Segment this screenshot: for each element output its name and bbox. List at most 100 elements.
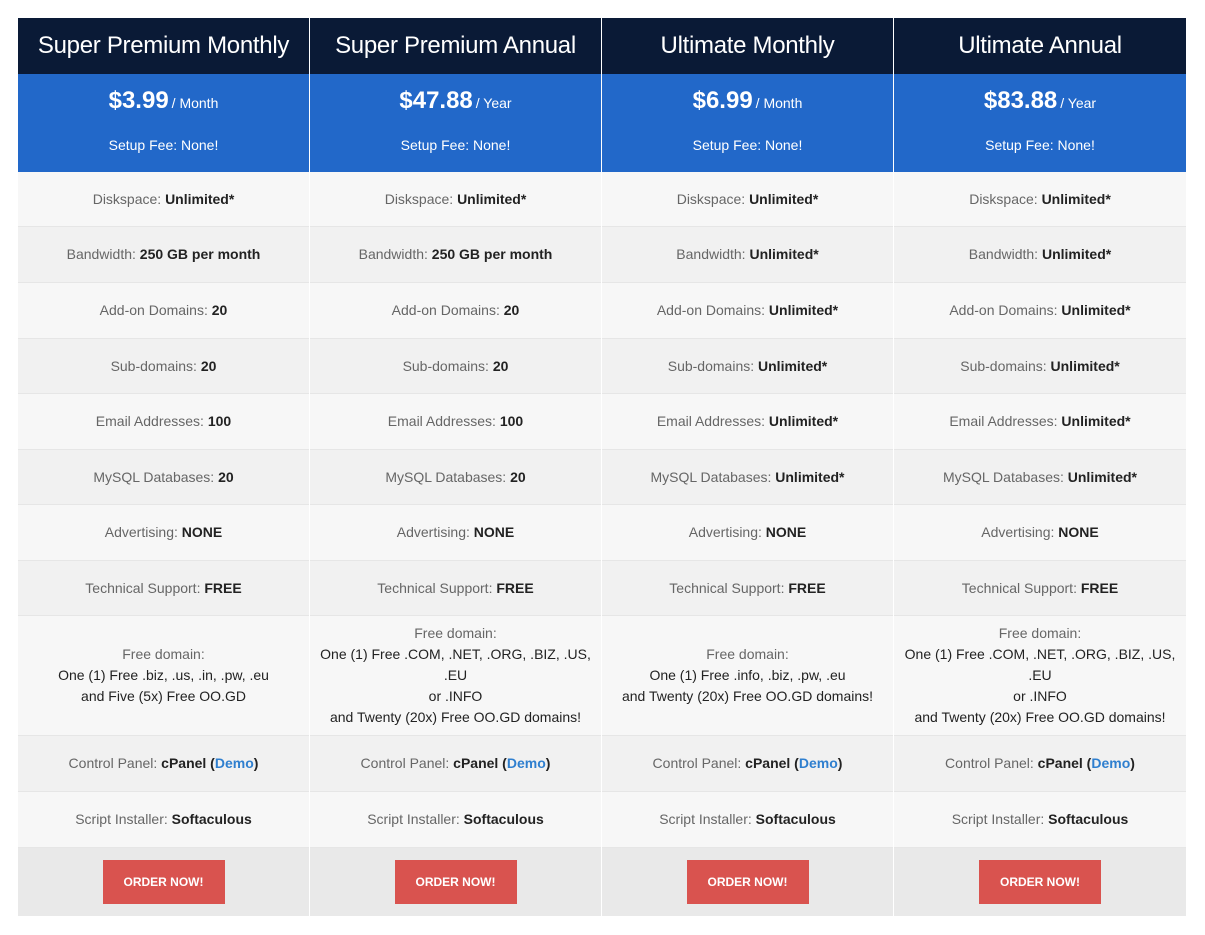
plan-price-block: $6.99/ Month Setup Fee: None! — [602, 74, 893, 172]
feature-value: Unlimited* — [749, 190, 819, 207]
free-domain-line: or .INFO — [428, 688, 483, 704]
feature-mysql-databases: MySQL Databases: Unlimited* — [894, 450, 1186, 505]
feature-label: Bandwidth: — [66, 246, 136, 262]
feature-label: Free domain: — [122, 646, 205, 662]
feature-label: Script Installer: — [951, 811, 1045, 827]
paren-close: ) — [837, 755, 843, 771]
demo-link[interactable]: Demo — [215, 755, 254, 771]
feature-value: Unlimited* — [775, 468, 845, 485]
pricing-table: Super Premium Monthly $3.99/ Month Setup… — [18, 18, 1186, 916]
free-domain-line: and Twenty (20x) Free OO.GD domains! — [621, 688, 874, 704]
feature-label: Bandwidth: — [676, 246, 746, 262]
feature-control-panel: Control Panel: cPanel (Demo) — [602, 736, 893, 792]
feature-label: Free domain: — [998, 625, 1082, 641]
order-now-button[interactable]: ORDER NOW! — [394, 860, 517, 904]
feature-mysql-databases: MySQL Databases: 20 — [18, 450, 309, 505]
feature-label: Free domain: — [706, 646, 789, 662]
feature-mysql-databases: MySQL Databases: 20 — [310, 450, 601, 505]
order-now-button[interactable]: ORDER NOW! — [686, 860, 809, 904]
feature-label: Technical Support: — [377, 579, 493, 596]
feature-value: NONE — [765, 524, 807, 540]
feature-label: Add-on Domains: — [391, 302, 500, 318]
demo-link[interactable]: Demo — [799, 755, 838, 771]
feature-value: Unlimited* — [768, 413, 839, 429]
feature-control-panel: Control Panel: cPanel (Demo) — [310, 736, 601, 792]
plan-price: $83.88 — [983, 87, 1058, 114]
feature-value: FREE — [496, 579, 534, 596]
feature-value: Softaculous — [463, 811, 544, 827]
feature-technical-support: Technical Support: FREE — [894, 561, 1186, 616]
feature-label: Technical Support: — [85, 579, 201, 596]
order-now-button[interactable]: ORDER NOW! — [102, 860, 225, 904]
plan-period: / Year — [475, 95, 512, 111]
feature-value: Unlimited* — [457, 190, 527, 207]
feature-value: Unlimited* — [1061, 302, 1131, 318]
feature-value: 20 — [211, 302, 228, 318]
order-row: ORDER NOW! — [18, 848, 309, 916]
feature-free-domain: Free domain: One (1) Free .biz, .us, .in,… — [18, 616, 309, 736]
plan-period: / Year — [1060, 95, 1097, 111]
order-row: ORDER NOW! — [602, 848, 893, 916]
feature-technical-support: Technical Support: FREE — [602, 561, 893, 616]
feature-value: Unlimited* — [1041, 190, 1111, 207]
feature-label: Diskspace: — [384, 190, 454, 207]
feature-value: 20 — [503, 302, 520, 318]
feature-value: Unlimited* — [165, 190, 235, 207]
feature-free-domain: Free domain: One (1) Free .COM, .NET, .OR… — [894, 616, 1186, 736]
plan-price-block: $83.88/ Year Setup Fee: None! — [894, 74, 1186, 172]
free-domain-line: One (1) Free .info, .biz, .pw, .eu — [649, 667, 846, 683]
feature-diskspace: Diskspace: Unlimited* — [310, 172, 601, 227]
feature-label: MySQL Databases: — [943, 468, 1064, 485]
feature-sub-domains: Sub-domains: 20 — [18, 339, 309, 394]
plan-period: / Month — [755, 95, 803, 111]
feature-label: Control Panel: — [652, 755, 742, 771]
feature-control-panel: Control Panel: cPanel (Demo) — [894, 736, 1186, 792]
feature-label: Email Addresses: — [387, 413, 496, 429]
demo-link[interactable]: Demo — [1091, 755, 1130, 771]
plan-column-super-premium-annual: Super Premium Annual $47.88/ Year Setup … — [310, 18, 602, 916]
feature-label: Control Panel: — [68, 755, 158, 771]
order-row: ORDER NOW! — [310, 848, 601, 916]
feature-label: Sub-domains: — [110, 357, 197, 374]
feature-label: Email Addresses: — [656, 413, 766, 429]
feature-add-on-domains: Add-on Domains: 20 — [310, 283, 601, 339]
free-domain-line: One (1) Free .biz, .us, .in, .pw, .eu — [58, 667, 269, 683]
feature-free-domain: Free domain: One (1) Free .COM, .NET, .OR… — [310, 616, 601, 736]
feature-label: Advertising: — [981, 524, 1055, 540]
demo-link[interactable]: Demo — [507, 755, 546, 771]
feature-value: Softaculous — [1048, 811, 1129, 827]
feature-diskspace: Diskspace: Unlimited* — [602, 172, 893, 227]
paren-close: ) — [253, 755, 259, 771]
plan-price-block: $47.88/ Year Setup Fee: None! — [310, 74, 601, 172]
feature-script-installer: Script Installer: Softaculous — [18, 792, 309, 848]
feature-label: Email Addresses: — [95, 413, 204, 429]
order-now-button[interactable]: ORDER NOW! — [979, 860, 1101, 904]
feature-value: cPanel ( — [1037, 755, 1092, 771]
feature-label: Diskspace: — [969, 190, 1038, 207]
feature-label: Script Installer: — [75, 811, 168, 827]
feature-value: NONE — [1058, 524, 1099, 540]
feature-label: MySQL Databases: — [385, 468, 507, 485]
feature-value: 20 — [200, 357, 217, 374]
feature-advertising: Advertising: NONE — [18, 505, 309, 561]
feature-value: Unlimited* — [758, 357, 828, 374]
feature-label: Bandwidth: — [358, 246, 428, 262]
feature-value: 20 — [218, 468, 234, 485]
feature-label: Advertising: — [104, 524, 178, 540]
feature-label: Advertising: — [396, 524, 470, 540]
plan-title: Super Premium Annual — [310, 18, 601, 74]
plan-title: Ultimate Annual — [894, 18, 1186, 74]
feature-label: Control Panel: — [945, 755, 1034, 771]
feature-label: Sub-domains: — [667, 357, 755, 374]
feature-add-on-domains: Add-on Domains: Unlimited* — [602, 283, 893, 339]
feature-value: Unlimited* — [1050, 357, 1120, 374]
feature-label: Add-on Domains: — [99, 302, 208, 318]
feature-diskspace: Diskspace: Unlimited* — [894, 172, 1186, 227]
feature-advertising: Advertising: NONE — [894, 505, 1186, 561]
feature-sub-domains: Sub-domains: Unlimited* — [894, 339, 1186, 394]
feature-label: Email Addresses: — [949, 413, 1058, 429]
feature-bandwidth: Bandwidth: 250 GB per month — [18, 227, 309, 283]
feature-diskspace: Diskspace: Unlimited* — [18, 172, 309, 227]
feature-sub-domains: Sub-domains: 20 — [310, 339, 601, 394]
feature-email-addresses: Email Addresses: Unlimited* — [894, 394, 1186, 450]
